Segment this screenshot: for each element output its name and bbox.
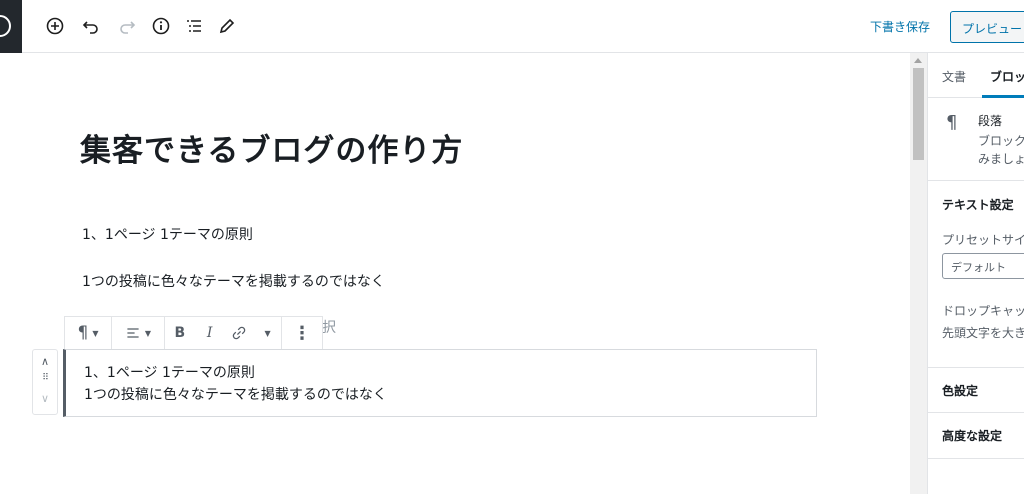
text-settings-panel: テキスト設定 プリセットサイ デフォルト ドロップキャッ 先頭文字を大き — [928, 181, 1024, 368]
block-card-description: みましょ — [978, 152, 1024, 166]
editor-scrollbar[interactable] — [910, 53, 927, 494]
paragraph-block[interactable]: 1つの投稿に色々なテーマを掲載するのではなく — [82, 271, 385, 291]
drop-cap-help: 先頭文字を大き — [942, 326, 1024, 340]
link-icon[interactable] — [225, 317, 255, 349]
block-toolbar: ¶ ▼ ▼ B I ▼ ⋮ — [64, 316, 323, 350]
sidebar-tabs: 文書 ブロック — [928, 53, 1024, 98]
scroll-thumb[interactable] — [913, 68, 924, 160]
drag-handle-icon[interactable]: ⠿ — [33, 373, 57, 383]
preview-button[interactable]: プレビュー — [950, 11, 1024, 43]
tab-block[interactable]: ブロック — [990, 68, 1024, 85]
text-settings-title[interactable]: テキスト設定 — [942, 196, 1014, 213]
obscured-text: 択 — [322, 320, 336, 336]
color-settings-panel[interactable]: 色設定 — [928, 368, 1024, 413]
settings-sidebar: 文書 ブロック ¶ 段落 ブロック みましょ テキスト設定 プリセットサイ デフ… — [927, 53, 1024, 494]
paragraph-icon: ¶ — [946, 112, 958, 133]
move-down-icon[interactable]: ∨ — [33, 392, 57, 405]
editor-canvas: 集客できるブログの作り方 1、1ページ 1テーマの原則 1つの投稿に色々なテーマ… — [0, 53, 910, 494]
advanced-settings-title[interactable]: 高度な設定 — [942, 427, 1002, 444]
save-draft-button[interactable]: 下書き保存 — [870, 18, 930, 35]
selected-paragraph-block[interactable]: 1、1ページ 1テーマの原則 1つの投稿に色々なテーマを掲載するのではなく — [63, 349, 817, 417]
editor-header: 下書き保存 プレビュー — [0, 0, 1024, 53]
info-icon[interactable] — [150, 15, 172, 37]
selected-block-line: 1、1ページ 1テーマの原則 — [84, 365, 255, 381]
italic-button[interactable]: I — [195, 317, 225, 349]
block-card-title: 段落 — [978, 114, 1003, 128]
outline-icon[interactable] — [183, 15, 205, 37]
redo-icon[interactable] — [116, 15, 138, 37]
post-title[interactable]: 集客できるブログの作り方 — [80, 125, 463, 170]
more-rich-text-chevron-icon[interactable]: ▼ — [254, 317, 281, 349]
move-up-icon[interactable]: ∧ — [33, 355, 57, 368]
bold-button[interactable]: B — [165, 317, 195, 349]
color-settings-title[interactable]: 色設定 — [942, 382, 978, 399]
paragraph-block[interactable]: 1、1ページ 1テーマの原則 — [82, 224, 253, 244]
block-card-description: ブロック — [978, 134, 1024, 148]
edit-icon[interactable] — [216, 15, 238, 37]
advanced-settings-panel[interactable]: 高度な設定 — [928, 413, 1024, 459]
wordpress-logo-icon[interactable] — [0, 0, 22, 53]
tab-document[interactable]: 文書 — [942, 68, 966, 85]
selected-block-line: 1つの投稿に色々なテーマを掲載するのではなく — [84, 387, 387, 403]
more-vertical-icon[interactable]: ⋮ — [282, 317, 322, 349]
undo-icon[interactable] — [80, 15, 102, 37]
block-mover: ∧ ⠿ ∨ — [32, 349, 58, 415]
paragraph-icon[interactable]: ¶ ▼ — [65, 317, 111, 349]
align-left-icon[interactable]: ▼ — [112, 317, 164, 349]
preset-size-label: プリセットサイ — [942, 233, 1024, 247]
add-block-icon[interactable] — [44, 15, 66, 37]
scroll-up-arrow-icon[interactable] — [914, 58, 922, 63]
block-card: ¶ 段落 ブロック みましょ — [928, 98, 1024, 181]
drop-cap-label: ドロップキャッ — [942, 304, 1024, 318]
preset-size-select[interactable]: デフォルト — [942, 253, 1024, 279]
